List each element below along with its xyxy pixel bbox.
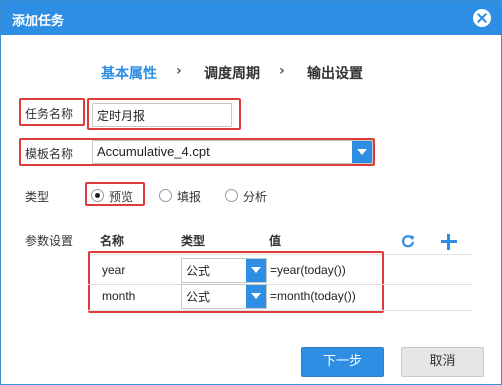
chevron-down-icon[interactable] <box>246 259 266 282</box>
param-value[interactable]: =year(today()) <box>270 263 346 277</box>
dialog-titlebar: 添加任务 <box>1 1 501 35</box>
param-name: year <box>102 263 126 277</box>
type-radio-fill[interactable] <box>159 189 172 202</box>
template-select-value: Accumulative_4.cpt <box>97 144 210 159</box>
type-option-analysis-label: 分析 <box>243 190 268 204</box>
row-divider <box>88 310 472 311</box>
type-option-fill-label: 填报 <box>177 190 202 204</box>
step-schedule[interactable]: 调度周期 <box>204 63 260 83</box>
param-type-select[interactable]: 公式 <box>181 258 267 283</box>
type-radio-analysis[interactable] <box>225 189 238 202</box>
param-type-select[interactable]: 公式 <box>181 284 267 309</box>
param-value[interactable]: =month(today()) <box>270 289 356 303</box>
chevron-down-icon[interactable] <box>246 285 266 308</box>
params-label: 参数设置 <box>25 234 74 248</box>
type-label: 类型 <box>25 190 50 204</box>
step-output-settings[interactable]: 输出设置 <box>307 63 363 83</box>
wizard-steps: 基本属性 › 调度周期 › 输出设置 <box>1 63 501 83</box>
close-icon[interactable] <box>473 9 491 27</box>
task-name-input[interactable]: 定时月报 <box>92 103 232 127</box>
params-header-type: 类型 <box>181 234 206 248</box>
step-arrow-icon: › <box>176 63 182 79</box>
template-select[interactable]: Accumulative_4.cpt <box>92 140 373 164</box>
step-arrow-icon: › <box>279 63 285 79</box>
next-button[interactable]: 下一步 <box>301 347 384 377</box>
refresh-icon[interactable] <box>401 234 415 248</box>
dialog-title: 添加任务 <box>12 14 65 29</box>
params-header-value: 值 <box>269 234 282 248</box>
param-name: month <box>102 289 136 303</box>
step-basic-properties[interactable]: 基本属性 <box>101 63 157 83</box>
type-option-preview-label: 预览 <box>109 190 134 204</box>
param-type-value: 公式 <box>186 264 211 278</box>
chevron-down-icon[interactable] <box>352 141 372 163</box>
cancel-button[interactable]: 取消 <box>401 347 484 377</box>
params-header-name: 名称 <box>100 234 125 248</box>
type-radio-preview[interactable] <box>91 189 104 202</box>
add-task-dialog: 添加任务 基本属性 › 调度周期 › 输出设置 任务名称 定时月报 模板名称 A… <box>0 0 502 385</box>
task-name-label: 任务名称 <box>25 107 74 121</box>
plus-icon[interactable] <box>441 234 457 250</box>
row-divider <box>88 284 472 285</box>
template-name-label: 模板名称 <box>25 147 74 161</box>
param-type-value: 公式 <box>186 290 211 304</box>
